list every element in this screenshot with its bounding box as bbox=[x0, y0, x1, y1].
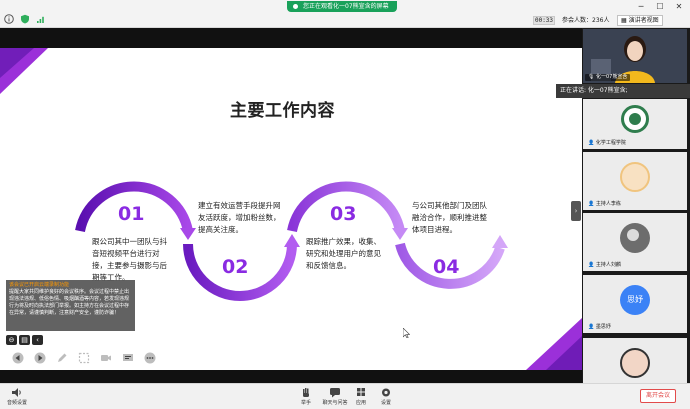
share-banner-text: 您正在观看化一07熊宣含的屏幕 bbox=[303, 3, 389, 10]
user-icon: 👤 bbox=[588, 140, 595, 146]
window-controls: ─ ☐ ✕ bbox=[636, 2, 684, 12]
arc-step-04-arrowhead bbox=[492, 235, 508, 248]
video-tile[interactable]: 👤 主持人刘麟 bbox=[583, 213, 687, 271]
laser-pointer-icon[interactable] bbox=[78, 349, 91, 364]
step-number-03: 03 bbox=[330, 203, 357, 225]
settings-button[interactable]: 设置 bbox=[369, 387, 403, 406]
step-number-02: 02 bbox=[222, 256, 249, 278]
status-icons bbox=[4, 9, 46, 24]
step-text-02: 建立有效运营手段提升网友活跃度，增加粉丝数，提高关注度。 bbox=[198, 201, 281, 234]
grid-icon: ▦ bbox=[621, 17, 627, 24]
meeting-window: 您正在观看化一07熊宣含的屏幕 ─ ☐ ✕ 00:33 参会人数：236人 ▦ … bbox=[0, 0, 690, 409]
tile-name: 👤 墨思妤 bbox=[585, 324, 614, 331]
mic-icon: 🎙 bbox=[588, 74, 595, 80]
step-text-03: 跟踪推广效果，收集、研究和处理用户的意见和反馈信息。 bbox=[306, 237, 381, 270]
cartoon-avatar bbox=[620, 162, 650, 192]
notice-body: 提醒大家共同维护良好的会议秩序。会议过程中禁止出现违法违规、低俗色情、吸烟酗酒等… bbox=[9, 289, 130, 316]
tile-name-text: 化一07熊宣含 bbox=[595, 74, 628, 80]
arc-step-03-arrowhead bbox=[392, 228, 408, 240]
signal-icon[interactable] bbox=[36, 9, 46, 23]
collapse-icon[interactable]: ‹ bbox=[32, 335, 43, 345]
audio-settings-button[interactable]: 音频设置 bbox=[0, 387, 34, 406]
minimize-icon[interactable]: ─ bbox=[636, 2, 646, 12]
tile-name-text: 墨思妤 bbox=[595, 324, 611, 330]
close-icon[interactable]: ✕ bbox=[674, 2, 684, 12]
caption-icon[interactable]: ▤ bbox=[19, 335, 30, 345]
notice-controls: ⊖ ▤ ‹ bbox=[6, 335, 43, 345]
chat-icon bbox=[330, 388, 340, 398]
notice-title: 该会议已开启云端录制功能 bbox=[9, 282, 70, 288]
whiteboard-icon[interactable] bbox=[122, 349, 135, 361]
info-icon[interactable] bbox=[4, 9, 14, 24]
apps-label: 应用 bbox=[355, 400, 366, 406]
mouse-cursor-icon bbox=[403, 328, 410, 338]
tile-name-text: 主持人刘麟 bbox=[595, 262, 621, 268]
participant-count-text: 参会人数：236人 bbox=[562, 17, 610, 24]
logo-center-icon bbox=[629, 113, 641, 125]
gear-icon bbox=[382, 388, 390, 397]
screen-record-icon[interactable] bbox=[100, 349, 113, 361]
raise-hand-label: 举手 bbox=[300, 400, 311, 406]
video-tile[interactable] bbox=[583, 338, 687, 383]
bottom-toolbar: 音频设置 举手 聊天与问答 应用 设置 离开会议 bbox=[0, 383, 690, 409]
arc-step-02-arrowhead bbox=[284, 234, 300, 247]
tile-name-text: 化学工程学院 bbox=[595, 140, 626, 146]
video-tile[interactable]: 👤 主持人李栋 bbox=[583, 152, 687, 210]
step-text-01: 跟公司其中一团队与抖音短视频平台进行对接，主要参与摄影与后期等工作。 bbox=[92, 237, 167, 282]
step-text-04: 与公司其他部门及团队融洽合作，顺利推进整体项目进程。 bbox=[412, 201, 487, 234]
cartoon-avatar bbox=[620, 348, 650, 378]
arc-step-01-arrowhead bbox=[180, 228, 196, 240]
annotation-toolbar bbox=[12, 349, 157, 364]
speaking-indicator: 正在讲话: 化一07熊宣含; bbox=[556, 84, 690, 98]
panel-toggle-button[interactable]: › bbox=[571, 201, 581, 221]
video-tile[interactable]: 👤 化学工程学院 bbox=[583, 99, 687, 149]
share-dot-icon bbox=[293, 4, 298, 9]
user-icon: 👤 bbox=[588, 201, 595, 207]
photo-avatar-detail-icon bbox=[627, 229, 639, 241]
view-mode-label: 演讲者视图 bbox=[628, 17, 659, 24]
chevron-right-icon: › bbox=[574, 207, 578, 215]
step-number-01: 01 bbox=[118, 203, 145, 225]
step-number-04: 04 bbox=[433, 256, 460, 278]
shield-icon[interactable] bbox=[20, 9, 30, 24]
top-bar: 您正在观看化一07熊宣含的屏幕 ─ ☐ ✕ 00:33 参会人数：236人 ▦ … bbox=[0, 0, 690, 28]
tile-name: 👤 化学工程学院 bbox=[585, 140, 629, 147]
subtitle-settings-icon[interactable]: ⊖ bbox=[6, 335, 17, 345]
initials-avatar: 思妤 bbox=[620, 285, 650, 315]
participant-count[interactable]: 参会人数：236人 bbox=[562, 16, 609, 25]
user-icon: 👤 bbox=[588, 324, 595, 330]
prev-slide-icon[interactable] bbox=[12, 349, 25, 364]
view-mode-button[interactable]: ▦ 演讲者视图 bbox=[617, 15, 663, 26]
user-icon: 👤 bbox=[588, 262, 595, 268]
leave-meeting-button[interactable]: 离开会议 bbox=[640, 389, 676, 403]
tile-name: 👤 主持人李栋 bbox=[585, 201, 624, 208]
maximize-icon[interactable]: ☐ bbox=[655, 2, 665, 12]
settings-label: 设置 bbox=[380, 400, 391, 406]
video-tile[interactable]: 思妤 👤 墨思妤 bbox=[583, 275, 687, 333]
speaker-icon bbox=[12, 388, 21, 397]
hand-icon bbox=[303, 388, 309, 397]
more-icon[interactable] bbox=[144, 349, 157, 364]
screen-share-banner[interactable]: 您正在观看化一07熊宣含的屏幕 bbox=[287, 1, 397, 12]
tile-name: 👤 主持人刘麟 bbox=[585, 262, 624, 269]
tile-name-text: 主持人李栋 bbox=[595, 201, 621, 207]
next-slide-icon[interactable] bbox=[34, 349, 47, 364]
meeting-notice-overlay: 该会议已开启云端录制功能 提醒大家共同维护良好的会议秩序。会议过程中禁止出现违法… bbox=[6, 280, 135, 331]
video-tile[interactable]: 🎙 化一07熊宣含 bbox=[583, 29, 687, 83]
meeting-timer: 00:33 bbox=[533, 16, 555, 25]
tile-name: 🎙 化一07熊宣含 bbox=[585, 74, 631, 81]
pen-icon[interactable] bbox=[56, 349, 69, 362]
audio-settings-label: 音频设置 bbox=[6, 400, 27, 406]
apps-icon bbox=[357, 388, 365, 396]
